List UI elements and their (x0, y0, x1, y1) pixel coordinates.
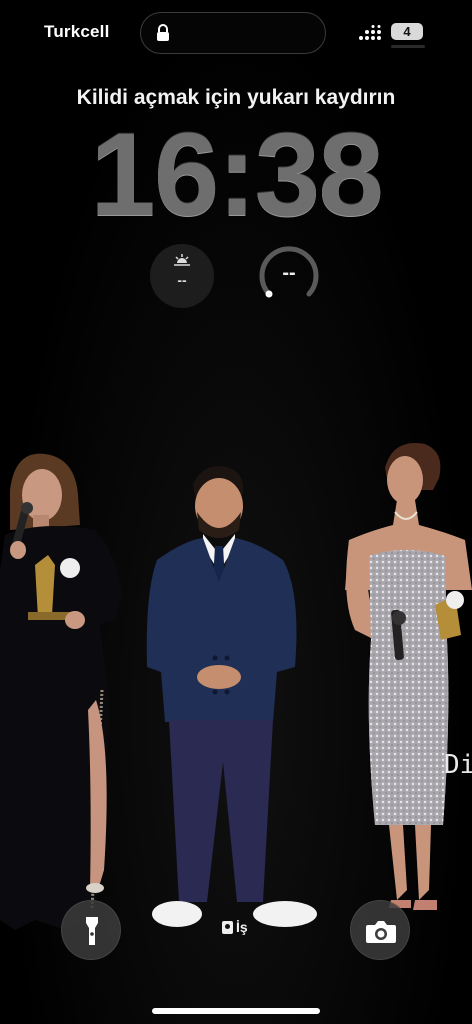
cellular-signal-icon (358, 25, 384, 46)
home-indicator[interactable] (152, 1008, 320, 1014)
focus-mode-indicator[interactable]: İş (222, 919, 248, 935)
sunrise-widget[interactable]: -- (150, 244, 214, 308)
focus-badge-icon (222, 921, 233, 934)
camera-icon (366, 921, 396, 943)
wallpaper-person-center (146, 466, 317, 927)
sunrise-icon (174, 254, 190, 266)
battery-indicator: 4 (391, 23, 423, 40)
sunrise-value: -- (177, 272, 187, 288)
wallpaper-person-right (345, 443, 472, 910)
flashlight-icon (86, 917, 98, 945)
gauge-value: -- (282, 262, 296, 284)
unlock-hint: Kilidi açmak için yukarı kaydırın (76, 86, 396, 109)
carrier-name: Turkcell (44, 22, 110, 41)
battery-bar (391, 45, 425, 48)
clock-time[interactable]: 16:38 (0, 110, 472, 240)
lock-icon (155, 23, 171, 48)
gauge-widget[interactable]: -- (257, 244, 321, 308)
lock-screen: Turkcell 4 Kilidi açmak için yukarı kayd… (0, 0, 472, 1024)
wallpaper-person-left (0, 453, 122, 930)
camera-button[interactable] (350, 900, 410, 960)
flashlight-button[interactable] (61, 900, 121, 960)
focus-mode-label: İş (236, 919, 248, 935)
dynamic-island[interactable] (140, 12, 326, 54)
wallpaper-side-text: Di (444, 750, 472, 780)
